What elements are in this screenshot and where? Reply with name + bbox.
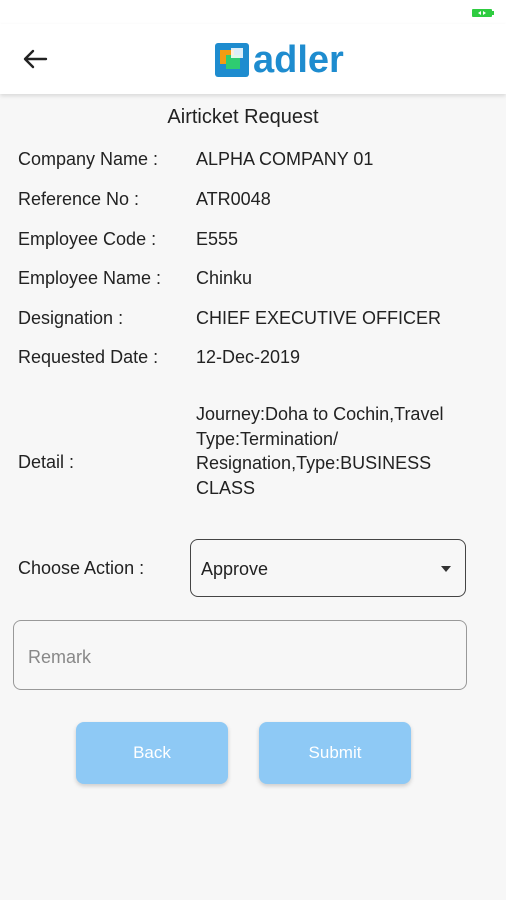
detail-label: Detail : xyxy=(18,452,75,472)
choose-action-label: Choose Action : xyxy=(18,558,145,578)
app-bar: adler xyxy=(0,24,506,94)
back-arrow-icon[interactable] xyxy=(20,46,50,72)
page-title: Airticket Request xyxy=(167,106,319,128)
field-value: Chinku xyxy=(196,268,253,288)
dropdown-arrow-icon xyxy=(441,566,451,572)
app-logo: adler xyxy=(215,38,344,82)
field-label: Reference No : xyxy=(18,189,140,209)
field-value: 12-Dec-2019 xyxy=(196,347,301,367)
status-bar xyxy=(0,0,506,24)
back-button[interactable]: Back xyxy=(76,722,228,784)
logo-text: adler xyxy=(253,39,344,81)
field-label: Company Name : xyxy=(18,149,159,169)
logo-mark-icon xyxy=(215,43,249,77)
field-label: Employee Code : xyxy=(18,229,157,249)
field-label: Employee Name : xyxy=(18,268,162,288)
field-value: E555 xyxy=(196,229,239,249)
field-value: ALPHA COMPANY 01 xyxy=(196,149,374,169)
field-value: CHIEF EXECUTIVE OFFICER xyxy=(196,308,442,328)
field-value: ATR0048 xyxy=(196,189,271,209)
remark-input[interactable] xyxy=(26,643,450,671)
selected-action: Approve xyxy=(201,559,269,579)
remark-field[interactable] xyxy=(13,620,467,690)
field-label: Requested Date : xyxy=(18,347,159,367)
battery-icon xyxy=(472,9,494,17)
field-label: Designation : xyxy=(18,308,124,328)
detail-value: Journey:Doha to Cochin,Travel Type:Termi… xyxy=(196,404,444,498)
choose-action-dropdown[interactable]: Approve xyxy=(190,539,466,597)
submit-button[interactable]: Submit xyxy=(259,722,411,784)
